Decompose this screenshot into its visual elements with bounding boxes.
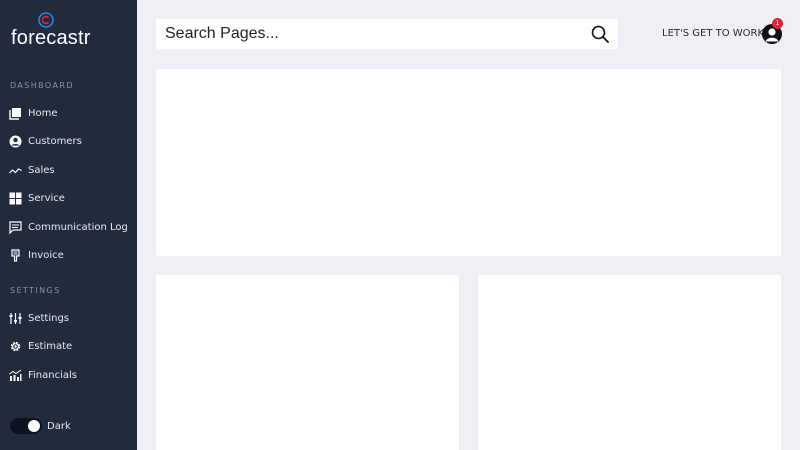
sidebar: forecastr DASHBOARD Home Customers Sales… (0, 0, 137, 450)
toggle-knob (28, 420, 40, 432)
lets-get-to-work-link[interactable]: LET'S GET TO WORK (662, 28, 764, 39)
sidebar-item-estimate[interactable]: Estimate (9, 335, 134, 357)
search-bar (156, 19, 618, 49)
dark-mode-label: Dark (47, 421, 71, 432)
sidebar-item-label: Invoice (28, 249, 64, 261)
section-label-dashboard: DASHBOARD (10, 81, 74, 90)
sidebar-item-label: Financials (28, 369, 77, 381)
sidebar-item-settings[interactable]: Settings (9, 307, 134, 329)
grid-icon (9, 192, 22, 205)
brand-logo[interactable]: forecastr (10, 10, 130, 50)
notification-badge: 1 (772, 18, 783, 29)
sliders-icon (9, 312, 22, 325)
dark-mode-toggle[interactable] (10, 418, 42, 434)
dashboard-card-left (156, 275, 459, 450)
sidebar-item-customers[interactable]: Customers (9, 130, 134, 152)
sidebar-item-sales[interactable]: Sales (9, 159, 134, 181)
sidebar-item-label: Service (28, 192, 65, 204)
moon-icon (15, 421, 20, 431)
search-input[interactable] (156, 19, 576, 49)
sidebar-item-label: Sales (28, 164, 55, 176)
sidebar-item-label: Communication Log (28, 221, 128, 233)
logo-mark-icon (38, 12, 54, 28)
gear-icon (9, 340, 22, 353)
sidebar-item-service[interactable]: Service (9, 187, 134, 209)
sidebar-item-label: Customers (28, 135, 82, 147)
search-icon[interactable] (591, 25, 609, 43)
sidebar-item-home[interactable]: Home (9, 102, 134, 124)
receipt-icon (9, 248, 22, 262)
home-icon (9, 107, 22, 120)
dashboard-card-right (478, 275, 781, 450)
sidebar-item-label: Home (28, 107, 58, 119)
trend-line-icon (9, 164, 22, 177)
user-circle-icon (9, 135, 22, 148)
sidebar-item-invoice[interactable]: Invoice (9, 244, 134, 266)
sidebar-item-label: Settings (28, 312, 70, 324)
message-icon (9, 220, 22, 234)
bar-chart-icon (9, 369, 22, 382)
sidebar-item-financials[interactable]: Financials (9, 364, 134, 386)
section-label-settings: SETTINGS (10, 286, 61, 295)
brand-name: forecastr (11, 27, 91, 49)
sidebar-item-label: Estimate (28, 340, 73, 352)
dashboard-card-main (156, 69, 781, 256)
sidebar-item-communication-log[interactable]: Communication Log (9, 216, 134, 238)
